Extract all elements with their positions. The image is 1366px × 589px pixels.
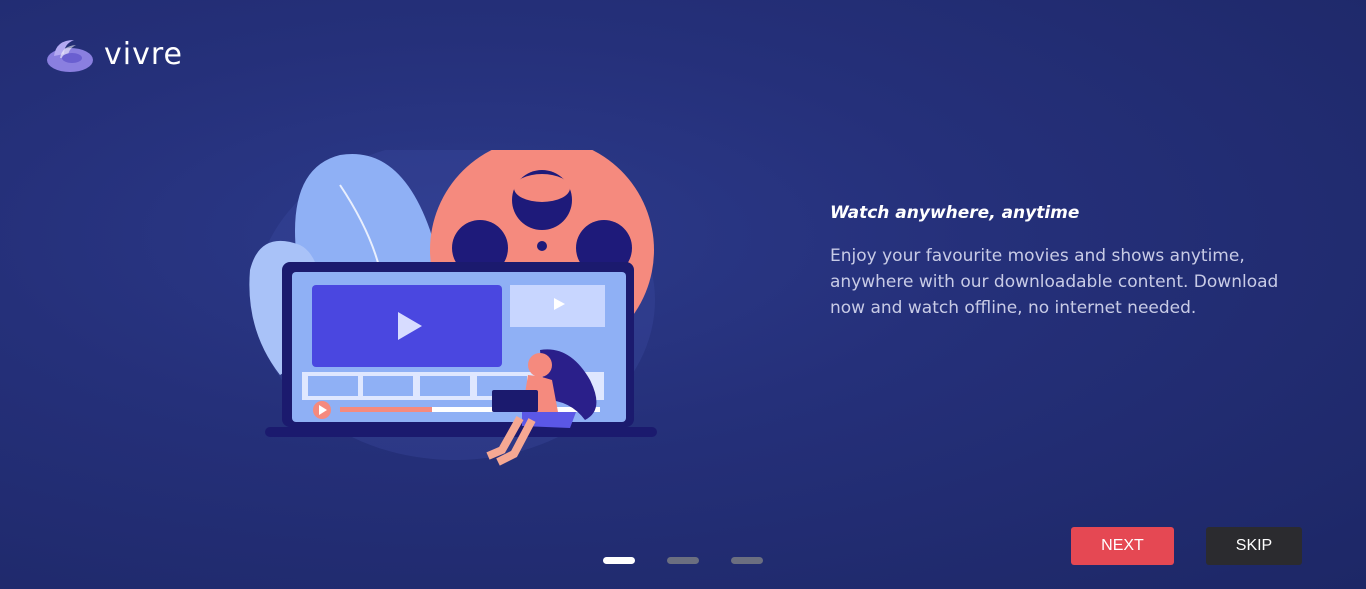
next-button[interactable]: NEXT <box>1071 527 1174 565</box>
pagination-dot-2[interactable] <box>667 557 699 564</box>
small-laptop <box>492 390 538 412</box>
pagination-dot-1[interactable] <box>603 557 635 564</box>
pagination-dot-3[interactable] <box>731 557 763 564</box>
skip-button[interactable]: SKIP <box>1206 527 1302 565</box>
laptop-film-reel-illustration <box>249 150 657 466</box>
swirl-logo-icon <box>47 40 93 72</box>
laptop-base <box>265 427 657 437</box>
brand-name: vivre <box>104 36 183 72</box>
slide-copy: Watch anywhere, anytime Enjoy your favou… <box>830 203 1280 321</box>
brand-logo: vivre <box>46 34 183 74</box>
progress-fill <box>340 407 432 412</box>
pagination-dots <box>603 557 763 564</box>
slide-headline: Watch anywhere, anytime <box>830 203 1080 223</box>
slide-description: Enjoy your favourite movies and shows an… <box>830 246 1279 318</box>
